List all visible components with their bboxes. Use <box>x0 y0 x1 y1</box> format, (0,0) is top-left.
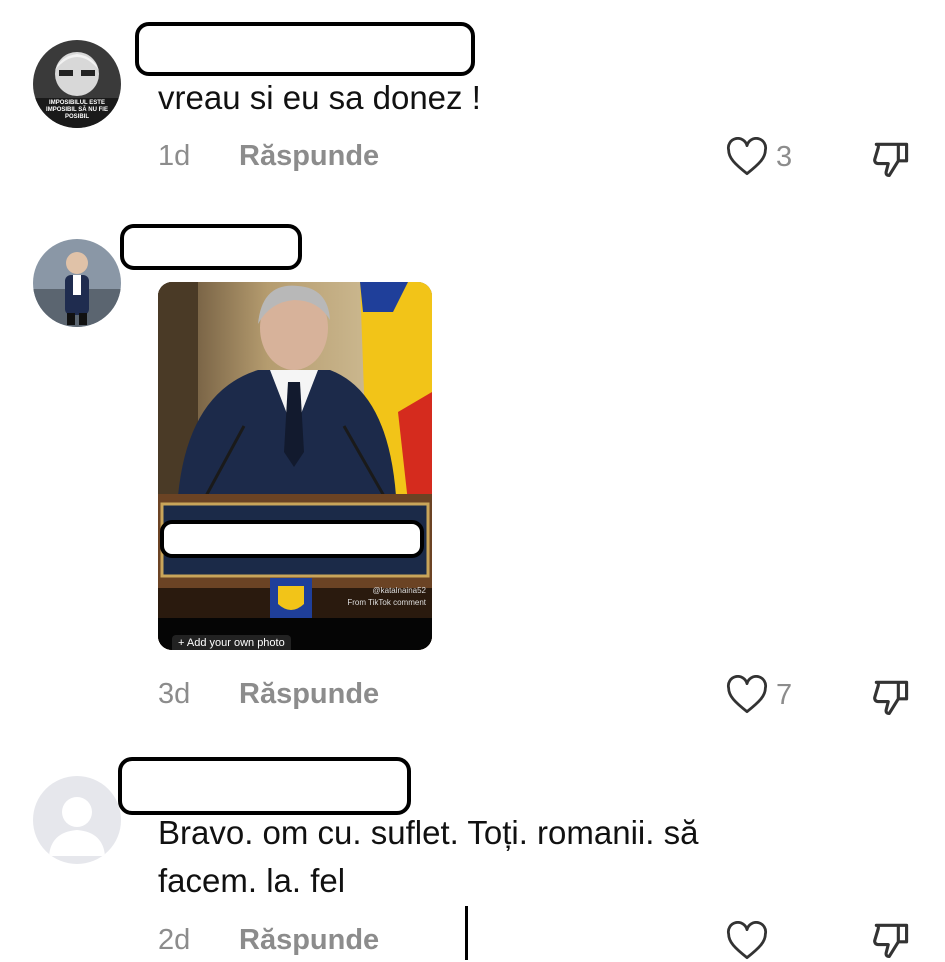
thumbs-down-icon[interactable] <box>868 918 914 962</box>
redacted-username <box>118 757 411 815</box>
comment-time: 2d <box>158 924 191 956</box>
default-avatar-icon <box>33 776 121 864</box>
heart-outline-icon[interactable] <box>726 921 768 961</box>
comment-text: Bravo. om cu. suflet. Toți. romanii. să … <box>158 814 699 899</box>
reply-button[interactable]: Răspunde <box>239 924 379 957</box>
avatar[interactable] <box>33 776 121 864</box>
divider-mark <box>465 906 468 960</box>
comment-3: Bravo. om cu. suflet. Toți. romanii. să … <box>0 0 945 960</box>
